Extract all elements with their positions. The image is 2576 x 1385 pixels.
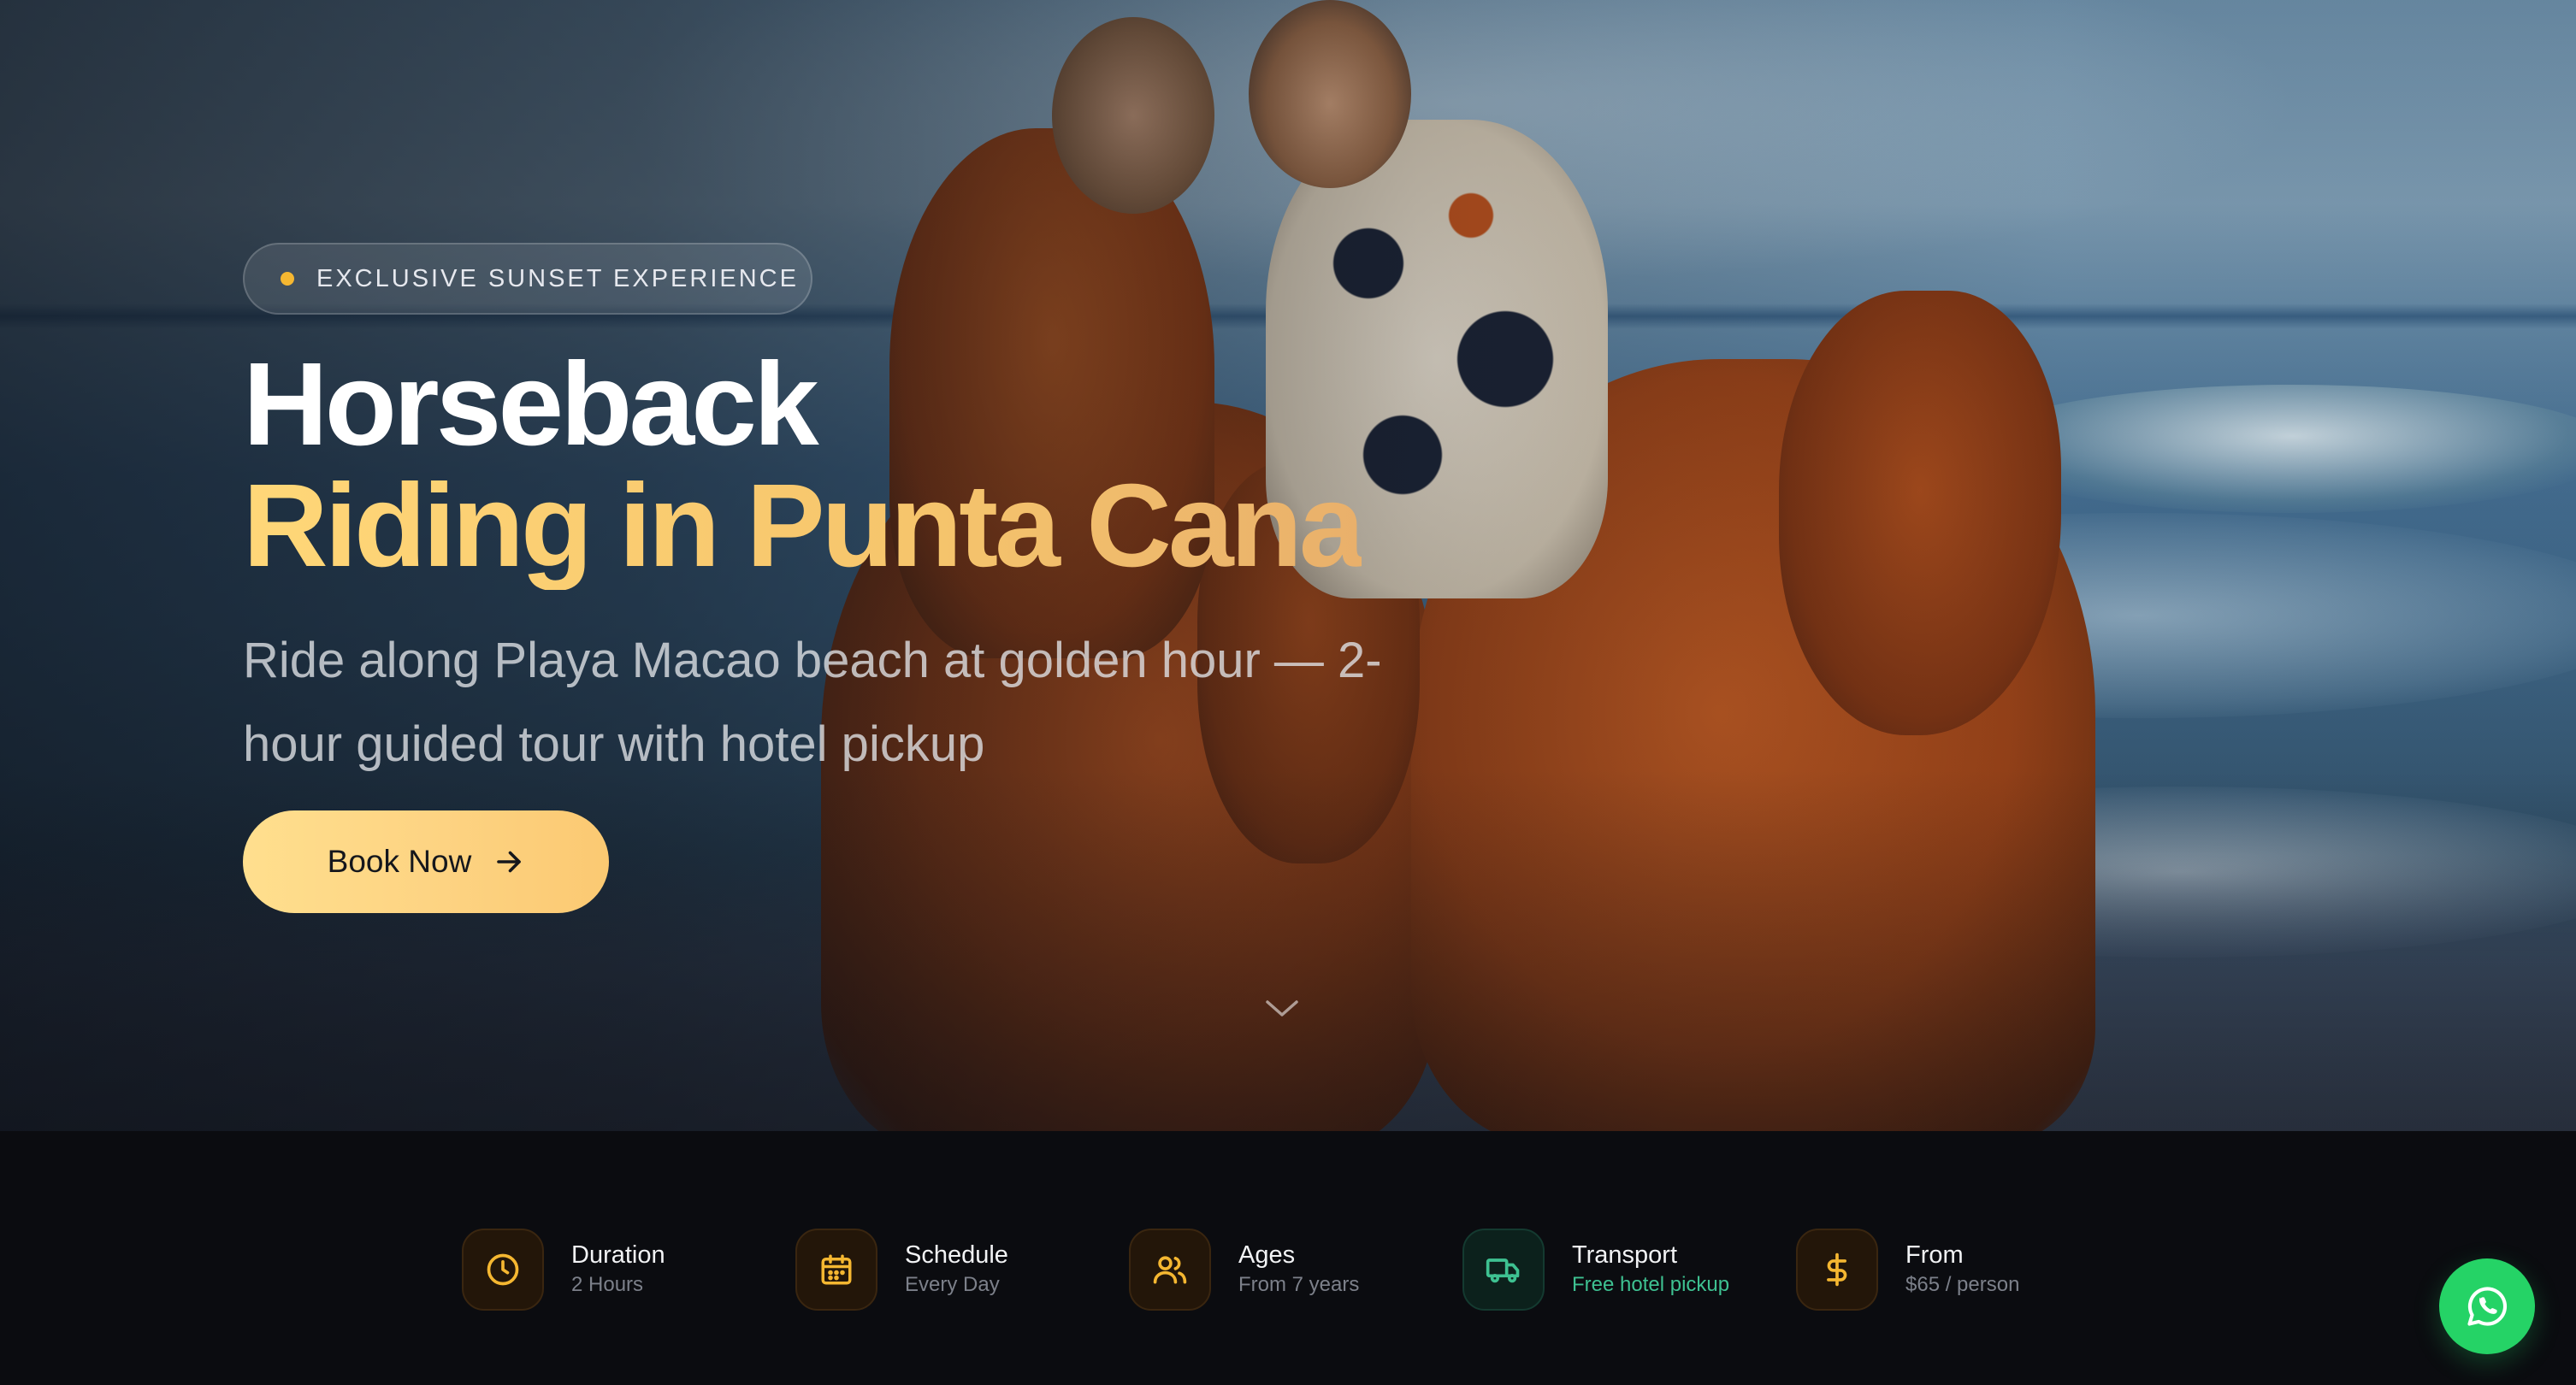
- feature-title: Ages: [1238, 1241, 1296, 1269]
- feature-value: 2 Hours: [571, 1273, 644, 1296]
- feature-title: From: [1905, 1241, 1964, 1269]
- feature-duration: Duration 2 Hours: [462, 1229, 665, 1311]
- hero-subtitle: Ride along Playa Macao beach at golden h…: [243, 633, 1382, 772]
- book-now-label: Book Now: [327, 844, 472, 879]
- whatsapp-chat-button[interactable]: [2439, 1258, 2535, 1354]
- feature-title: Duration: [571, 1241, 665, 1269]
- badge-label: EXCLUSIVE SUNSET EXPERIENCE: [316, 264, 799, 292]
- feature-value: From 7 years: [1238, 1273, 1360, 1296]
- page-title-line2: Riding in Punta Cana: [243, 460, 1365, 592]
- arrow-right-icon: [497, 851, 522, 873]
- feature-value: $65 / person: [1905, 1273, 2020, 1296]
- scroll-down-chevron-icon[interactable]: [1262, 995, 1302, 1021]
- page-title-line1: Horseback: [243, 339, 819, 470]
- calendar-icon: [795, 1229, 877, 1311]
- badge-dot-icon: [281, 272, 294, 286]
- feature-ages: Ages From 7 years: [1129, 1229, 1359, 1311]
- feature-value: Free hotel pickup: [1572, 1273, 1730, 1296]
- book-now-button[interactable]: Book Now: [243, 810, 609, 913]
- truck-icon: [1462, 1229, 1545, 1311]
- experience-badge: EXCLUSIVE SUNSET EXPERIENCE: [243, 243, 812, 315]
- feature-value: Every Day: [905, 1273, 1000, 1296]
- users-icon: [1129, 1229, 1211, 1311]
- tour-details-bar: Duration 2 Hours Schedule Every Day Ages…: [0, 1131, 2576, 1385]
- feature-title: Transport: [1572, 1241, 1678, 1269]
- dollar-icon: [1796, 1229, 1878, 1311]
- feature-transport: Transport Free hotel pickup: [1462, 1229, 1729, 1311]
- feature-price: From $65 / person: [1796, 1229, 2019, 1311]
- feature-title: Schedule: [905, 1241, 1008, 1269]
- whatsapp-icon: [2467, 1287, 2508, 1326]
- clock-icon: [462, 1229, 544, 1311]
- feature-schedule: Schedule Every Day: [795, 1229, 1008, 1311]
- hero-section: EXCLUSIVE SUNSET EXPERIENCE Horseback Ri…: [0, 0, 2576, 1131]
